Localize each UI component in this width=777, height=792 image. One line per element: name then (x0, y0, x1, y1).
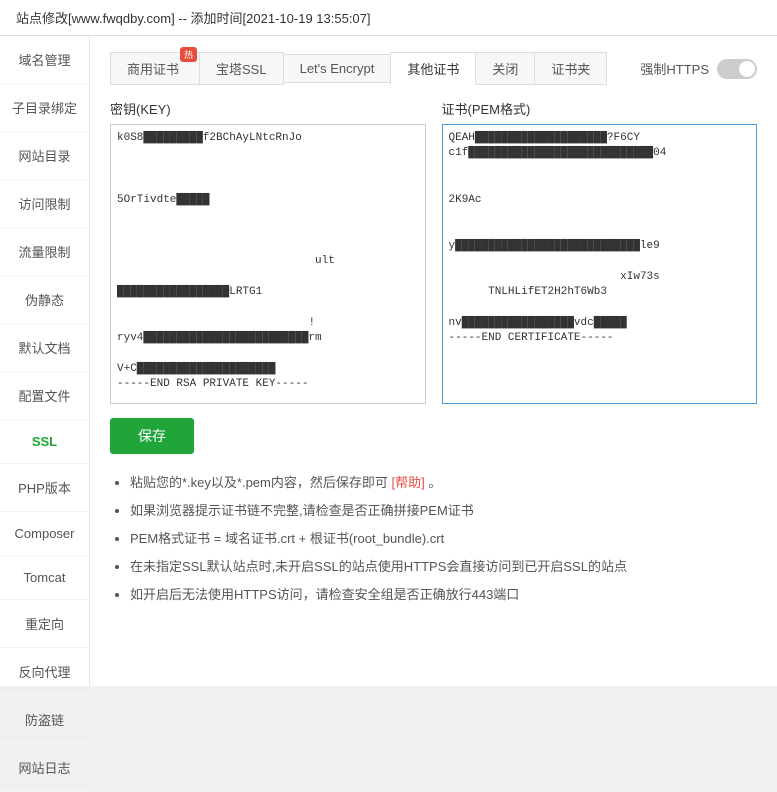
tip-item-2: 如果浏览器提示证书链不完整,请检查是否正确拼接PEM证书 (130, 498, 757, 524)
help-link[interactable]: 帮助 (392, 475, 425, 490)
force-https-toggle[interactable] (717, 59, 757, 79)
hot-badge: 热 (180, 47, 197, 62)
tip-item-3: PEM格式证书 = 域名证书.crt + 根证书(root_bundle).cr… (130, 526, 757, 552)
tips-list: 粘贴您的*.key以及*.pem内容，然后保存即可 帮助 。 如果浏览器提示证书… (110, 470, 757, 608)
sidebar-item-defaultdoc[interactable]: 默认文档 (0, 324, 89, 372)
sidebar-item-php[interactable]: PHP版本 (0, 464, 89, 512)
title-bar: 站点修改[www.fwqdby.com] -- 添加时间[2021-10-19 … (0, 0, 777, 36)
tab-other[interactable]: 其他证书 (390, 52, 476, 85)
tip-item-5: 如开启后无法使用HTTPS访问，请检查安全组是否正确放行443端口 (130, 582, 757, 608)
tab-commercial[interactable]: 商用证书 热 (110, 52, 200, 85)
sidebar-item-subdir[interactable]: 子目录绑定 (0, 84, 89, 132)
sidebar-item-hotlink[interactable]: 防盗链 (0, 696, 89, 744)
tab-baota[interactable]: 宝塔SSL (199, 52, 284, 85)
sidebar-item-redirect[interactable]: 重定向 (0, 600, 89, 648)
sidebar-item-tomcat[interactable]: Tomcat (0, 556, 89, 600)
key-section: 密钥(KEY) k0S8█████████f2BChAyLNtcRnJo 5Or… (110, 99, 426, 404)
sidebar-item-config[interactable]: 配置文件 (0, 372, 89, 420)
key-label: 密钥(KEY) (110, 99, 426, 118)
sidebar-item-webdir[interactable]: 网站目录 (0, 132, 89, 180)
tab-close[interactable]: 关闭 (475, 52, 535, 85)
sidebar-item-proxy[interactable]: 反向代理 (0, 648, 89, 696)
main-content: 商用证书 热 宝塔SSL Let's Encrypt 其他证书 关闭 证书夹 强… (90, 36, 777, 686)
force-https-label: 强制HTTPS (640, 59, 709, 78)
tip-item-4: 在未指定SSL默认站点时,未开启SSL的站点使用HTTPS会直接访问到已开启SS… (130, 554, 757, 580)
layout: 域名管理 子目录绑定 网站目录 访问限制 流量限制 伪静态 默认文档 配置文件 … (0, 36, 777, 686)
sidebar-item-access[interactable]: 访问限制 (0, 180, 89, 228)
tab-certfolder[interactable]: 证书夹 (534, 52, 607, 85)
cert-textarea[interactable]: QEAH████████████████████?F6CY c1f███████… (442, 124, 758, 404)
cert-areas: 密钥(KEY) k0S8█████████f2BChAyLNtcRnJo 5Or… (110, 99, 757, 404)
sidebar-item-traffic[interactable]: 流量限制 (0, 228, 89, 276)
tabs-row: 商用证书 热 宝塔SSL Let's Encrypt 其他证书 关闭 证书夹 强… (110, 52, 757, 85)
cert-label: 证书(PEM格式) (442, 99, 758, 118)
tab-letsencrypt[interactable]: Let's Encrypt (283, 54, 392, 83)
sidebar-item-rewrite[interactable]: 伪静态 (0, 276, 89, 324)
sidebar-item-domain[interactable]: 域名管理 (0, 36, 89, 84)
title-text: 站点修改[www.fwqdby.com] -- 添加时间[2021-10-19 … (16, 8, 371, 27)
key-textarea[interactable]: k0S8█████████f2BChAyLNtcRnJo 5OrTivdte██… (110, 124, 426, 404)
cert-section: 证书(PEM格式) QEAH████████████████████?F6CY … (442, 99, 758, 404)
sidebar-item-composer[interactable]: Composer (0, 512, 89, 556)
save-button[interactable]: 保存 (110, 418, 194, 454)
force-https-container: 强制HTTPS (640, 59, 757, 79)
tip-item-1: 粘贴您的*.key以及*.pem内容，然后保存即可 帮助 。 (130, 470, 757, 496)
sidebar-item-log[interactable]: 网站日志 (0, 744, 89, 792)
sidebar-item-ssl[interactable]: SSL (0, 420, 89, 464)
sidebar: 域名管理 子目录绑定 网站目录 访问限制 流量限制 伪静态 默认文档 配置文件 … (0, 36, 90, 686)
